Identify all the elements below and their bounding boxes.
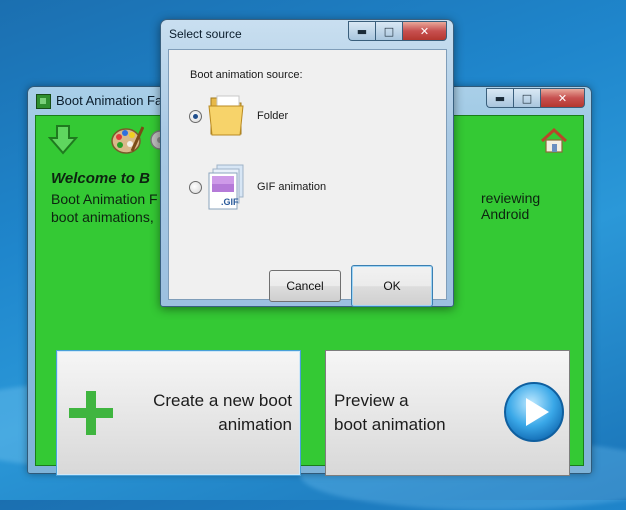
- minimize-button[interactable]: ▬: [486, 88, 513, 108]
- play-icon: [504, 382, 564, 442]
- close-button[interactable]: ✕: [540, 88, 585, 108]
- dialog-client-area: Boot animation source: Folder .GIF GIF a…: [168, 49, 447, 307]
- maximize-icon: □: [521, 91, 533, 105]
- create-button-line-1: Create a new boot: [153, 391, 292, 410]
- minimize-icon: ▬: [356, 24, 368, 38]
- create-button-line-2: animation: [218, 415, 292, 434]
- minimize-icon: ▬: [494, 91, 506, 105]
- dialog-minimize-button[interactable]: ▬: [348, 21, 375, 41]
- create-button-label: Create a new boot animation: [153, 389, 292, 437]
- plus-icon: [69, 391, 113, 435]
- preview-button-line-1: Preview a: [334, 391, 409, 410]
- close-icon: ✕: [557, 91, 568, 105]
- caption-buttons: ▬ □ ✕: [486, 88, 585, 108]
- ok-button[interactable]: OK: [351, 265, 433, 307]
- dialog-maximize-button[interactable]: □: [375, 21, 402, 41]
- maximize-button[interactable]: □: [513, 88, 540, 108]
- create-new-boot-animation-button[interactable]: Create a new boot animation: [56, 350, 301, 476]
- dialog-title: Select source: [169, 27, 242, 41]
- radio-folder[interactable]: [189, 110, 202, 123]
- download-arrow-icon[interactable]: [48, 124, 78, 156]
- app-icon: [36, 94, 51, 109]
- window-title: Boot Animation Fac: [56, 93, 169, 108]
- gif-icon-text: .GIF: [221, 197, 239, 207]
- dialog-caption-buttons: ▬ □ ✕: [348, 21, 447, 41]
- radio-gif-animation[interactable]: [189, 181, 202, 194]
- source-prompt: Boot animation source:: [190, 69, 303, 81]
- option-gif-label[interactable]: GIF animation: [257, 181, 326, 193]
- preview-boot-animation-button[interactable]: Preview a boot animation: [325, 350, 570, 476]
- description-line-1-right: reviewing Android: [481, 190, 541, 222]
- home-icon[interactable]: [540, 128, 568, 154]
- preview-button-label: Preview a boot animation: [334, 389, 446, 437]
- folder-icon: [208, 95, 244, 136]
- welcome-heading: Welcome to B: [51, 170, 150, 187]
- option-folder-label[interactable]: Folder: [257, 110, 288, 122]
- select-source-dialog: Select source ▬ □ ✕ Boot animation sourc…: [160, 19, 454, 307]
- palette-icon[interactable]: [110, 124, 144, 156]
- preview-button-line-2: boot animation: [334, 415, 446, 434]
- dialog-close-button[interactable]: ✕: [402, 21, 447, 41]
- close-icon: ✕: [419, 24, 430, 38]
- cancel-button[interactable]: Cancel: [269, 270, 341, 302]
- maximize-icon: □: [383, 24, 395, 38]
